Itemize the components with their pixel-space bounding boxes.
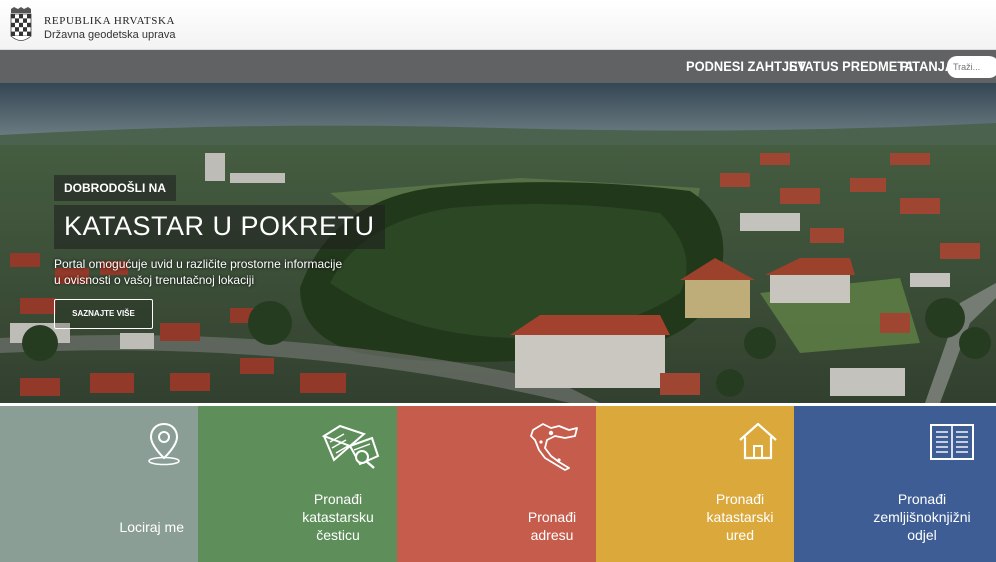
learn-more-button[interactable]: SAZNAJTE VIŠE: [54, 299, 153, 329]
hero-banner: DOBRODOŠLI NA KATASTAR U POKRETU Portal …: [0, 83, 996, 403]
croatia-map-icon: [530, 423, 578, 471]
search-input[interactable]: [947, 56, 996, 78]
hero-title: KATASTAR U POKRETU: [54, 205, 385, 249]
tile-label-text: Pronađi adresu: [527, 509, 577, 543]
org-subtitle: Državna geodetska uprava: [44, 29, 176, 41]
tile-label: Pronađi zemljišnoknjižni odjel: [862, 490, 982, 544]
nav-item-status-predmeta[interactable]: STATUS PREDMETA: [789, 58, 914, 74]
tile-find-parcel[interactable]: Pronađi katastarsku česticu: [198, 406, 397, 562]
coat-of-arms-icon[interactable]: [8, 7, 34, 43]
house-icon: [739, 422, 777, 460]
tile-find-address[interactable]: Pronađi adresu: [397, 406, 596, 562]
quick-actions: Lociraj me Pronađi katastarsku česticu P…: [0, 403, 996, 562]
tile-label: Pronađi katastarski ured: [700, 490, 780, 544]
main-nav: PODNESI ZAHTJEV STATUS PREDMETA PITANJA: [0, 50, 996, 83]
hero-kicker: DOBRODOŠLI NA: [54, 175, 176, 201]
land-registry-book-icon: [930, 424, 974, 460]
tile-find-cadastral-office[interactable]: Pronađi katastarski ured: [596, 406, 794, 562]
location-pin-icon: [148, 422, 180, 466]
tile-label: Lociraj me: [119, 519, 184, 535]
tile-label-text: Pronađi zemljišnoknjižni odjel: [873, 491, 971, 543]
org-name: REPUBLIKA HRVATSKA: [44, 15, 176, 27]
tile-label: Pronađi katastarsku česticu: [293, 490, 383, 544]
tile-find-land-registry[interactable]: Pronađi zemljišnoknjižni odjel: [794, 406, 996, 562]
tile-label-text: Pronađi katastarski ured: [706, 491, 774, 543]
hero-description: Portal omogućuje uvid u različite prosto…: [54, 257, 343, 287]
parcel-map-icon: [321, 424, 380, 469]
tile-label-text: Pronađi katastarsku česticu: [302, 491, 374, 543]
tile-label: Pronađi adresu: [522, 508, 582, 544]
site-header: REPUBLIKA HRVATSKA Državna geodetska upr…: [0, 0, 996, 50]
tile-locate-me[interactable]: Lociraj me: [0, 406, 198, 562]
